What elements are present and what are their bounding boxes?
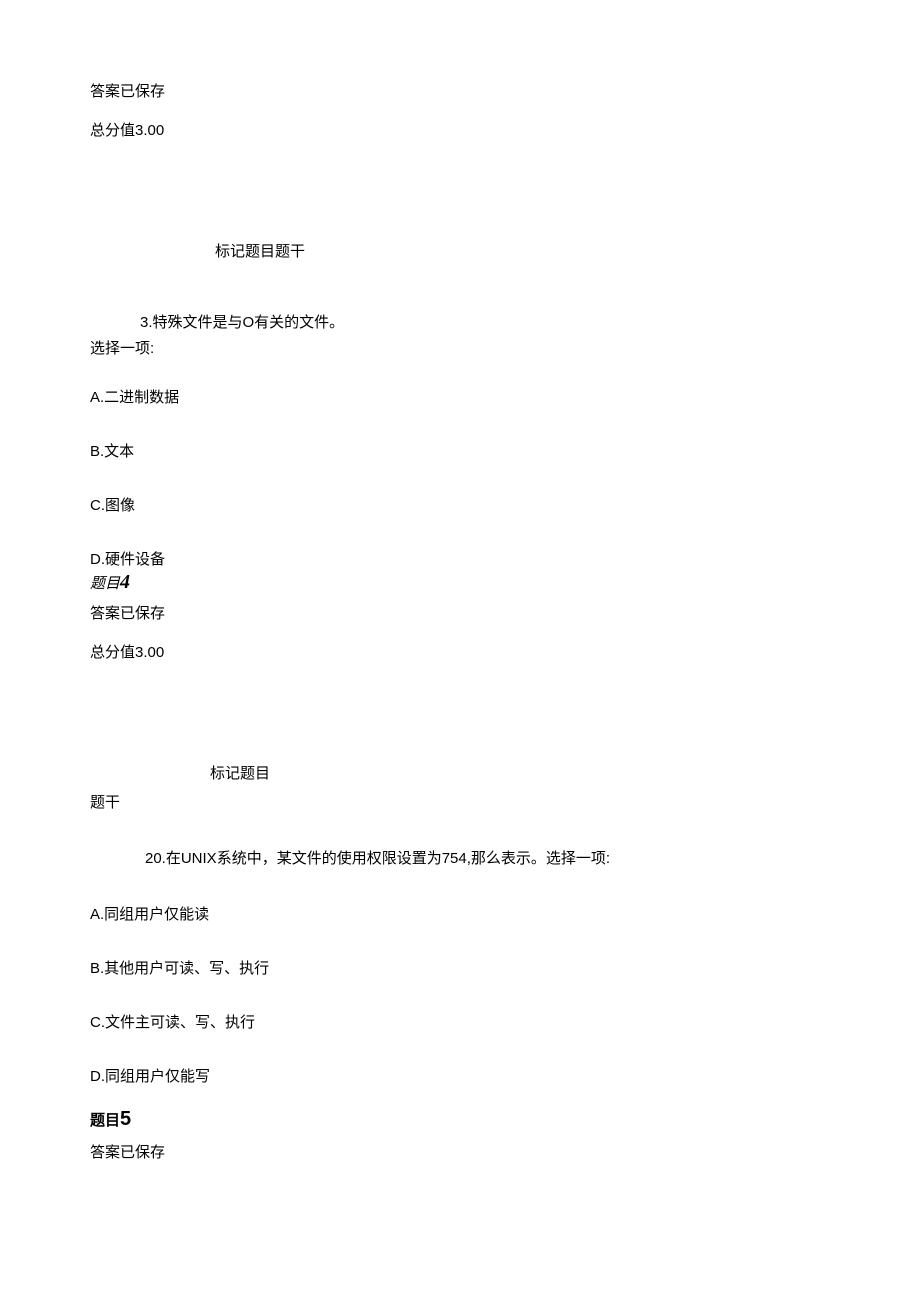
- question-stem-label: 题干: [90, 791, 830, 812]
- answer-saved-status: 答案已保存: [90, 602, 830, 623]
- question-4-number: 题目4: [90, 571, 830, 594]
- question-number-value: 4: [120, 571, 130, 593]
- total-score: 总分值3.00: [90, 641, 830, 662]
- question-label: 题目: [90, 1112, 120, 1129]
- option-c[interactable]: C.文件主可读、写、执行: [90, 1011, 830, 1032]
- option-b[interactable]: B.文本: [90, 440, 830, 461]
- option-a[interactable]: A.同组用户仅能读: [90, 903, 830, 924]
- question-5-number: 题目5: [90, 1108, 830, 1131]
- mark-question-label: 标记题目题干: [215, 240, 830, 261]
- option-c[interactable]: C.图像: [90, 494, 830, 515]
- answer-saved-status: 答案已保存: [90, 1141, 830, 1162]
- option-a[interactable]: A.二进制数据: [90, 386, 830, 407]
- question-block-1: 答案已保存 总分值3.00: [90, 80, 830, 140]
- select-one-label: 选择一项:: [90, 337, 830, 358]
- mark-question-label: 标记题目: [210, 762, 830, 783]
- answer-saved-status: 答案已保存: [90, 80, 830, 101]
- option-d[interactable]: D.硬件设备: [90, 548, 830, 569]
- question-3-text: 3.特殊文件是与O有关的文件。: [140, 311, 830, 332]
- question-4-block: 标记题目 题干 20.在UNIX系统中，某文件的使用权限设置为754,那么表示。…: [90, 762, 830, 1086]
- question-5-header: 题目5 答案已保存: [90, 1108, 830, 1162]
- question-4-header: 题目4 答案已保存 总分值3.00: [90, 571, 830, 662]
- question-4-text: 20.在UNIX系统中，某文件的使用权限设置为754,那么表示。选择一项:: [145, 847, 830, 868]
- question-number-value: 5: [120, 1108, 131, 1130]
- option-b[interactable]: B.其他用户可读、写、执行: [90, 957, 830, 978]
- total-score: 总分值3.00: [90, 119, 830, 140]
- question-label: 题目: [90, 576, 120, 592]
- question-3-block: 标记题目题干 3.特殊文件是与O有关的文件。 选择一项: A.二进制数据 B.文…: [90, 240, 830, 569]
- option-d[interactable]: D.同组用户仅能写: [90, 1065, 830, 1086]
